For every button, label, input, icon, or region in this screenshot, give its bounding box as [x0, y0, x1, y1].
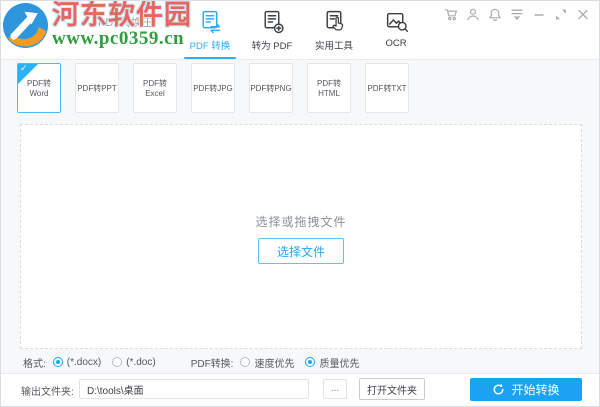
format-tab-pdf-to-jpg[interactable]: PDF转JPG: [191, 63, 235, 113]
tab-label: OCR: [385, 38, 407, 49]
output-folder-input[interactable]: [79, 379, 309, 399]
format-tabs: PDF转Word PDF转PPT PDF转Excel PDF转JPG PDF转P…: [17, 63, 409, 113]
radio-doc[interactable]: (*.doc): [112, 356, 156, 368]
radio-label: 速度优先: [254, 358, 295, 370]
app-window: PDF转换王 PDF 转换 转为 PDF 实用工具 OCR 河东软件园 www.…: [0, 0, 600, 407]
open-folder-button[interactable]: 打开文件夹: [359, 378, 425, 400]
close-icon[interactable]: [576, 8, 590, 21]
tab-utility-tools[interactable]: 实用工具: [303, 9, 365, 59]
radio-label: (*.doc): [126, 356, 156, 368]
maximize-icon[interactable]: [554, 8, 568, 21]
radio-speed-priority[interactable]: 速度优先: [240, 355, 294, 370]
tab-label: 实用工具: [314, 41, 353, 52]
tab-pdf-convert[interactable]: PDF 转换: [179, 9, 241, 59]
user-icon[interactable]: [466, 8, 480, 21]
to-pdf-icon: [241, 9, 303, 36]
file-drop-zone[interactable]: 选择或拖拽文件 选择文件: [20, 124, 582, 349]
format-tab-pdf-to-word[interactable]: PDF转Word: [17, 63, 61, 113]
title-bar: PDF转换王 PDF 转换 转为 PDF 实用工具 OCR: [1, 1, 599, 60]
pdf-convert-icon: [179, 9, 241, 36]
utility-tools-icon: [303, 9, 365, 36]
radio-label: (*.docx): [66, 356, 102, 368]
radio-unselected-icon: [240, 357, 251, 367]
tab-to-pdf[interactable]: 转为 PDF: [241, 9, 303, 59]
convert-options-label: PDF转换:: [190, 358, 234, 370]
format-tab-pdf-to-excel[interactable]: PDF转Excel: [133, 63, 177, 113]
radio-docx[interactable]: (*.docx): [52, 356, 102, 368]
radio-label: 质量优先: [319, 358, 360, 370]
radio-unselected-icon: [112, 357, 123, 367]
ocr-icon: [365, 9, 427, 36]
start-convert-button[interactable]: 开始转换: [470, 378, 582, 401]
minimize-icon[interactable]: [532, 8, 546, 21]
browse-folder-button[interactable]: ...: [323, 379, 347, 399]
radio-selected-icon: [52, 357, 63, 367]
format-options-label: 格式:: [23, 358, 46, 370]
tab-label: 转为 PDF: [251, 41, 293, 52]
menu-icon[interactable]: [510, 8, 524, 21]
output-folder-label: 输出文件夹:: [21, 387, 74, 398]
drop-hint-text: 选择或拖拽文件: [255, 215, 347, 229]
tab-ocr[interactable]: OCR: [365, 9, 427, 59]
format-tab-pdf-to-txt[interactable]: PDF转TXT: [365, 63, 409, 113]
tab-label: PDF 转换: [189, 41, 231, 52]
radio-selected-icon: [305, 357, 316, 367]
choose-file-button[interactable]: 选择文件: [258, 238, 344, 264]
window-controls: [444, 8, 590, 22]
radio-quality-priority[interactable]: 质量优先: [305, 355, 359, 370]
start-convert-label: 开始转换: [511, 383, 560, 397]
nav-tabs: PDF 转换 转为 PDF 实用工具 OCR: [179, 9, 427, 59]
format-tab-pdf-to-png[interactable]: PDF转PNG: [249, 63, 293, 113]
cart-icon[interactable]: [444, 8, 458, 21]
app-title: PDF转换王: [98, 17, 153, 29]
bell-icon[interactable]: [488, 8, 502, 22]
conversion-options: 格式: (*.docx) (*.doc) PDF转换: 速度优先 质量优先: [23, 352, 370, 372]
format-tab-pdf-to-ppt[interactable]: PDF转PPT: [75, 63, 119, 113]
convert-refresh-icon: [492, 383, 505, 396]
format-tab-pdf-to-html[interactable]: PDF转HTML: [307, 63, 351, 113]
footer-bar: 输出文件夹: ... 打开文件夹 开始转换: [1, 373, 599, 406]
